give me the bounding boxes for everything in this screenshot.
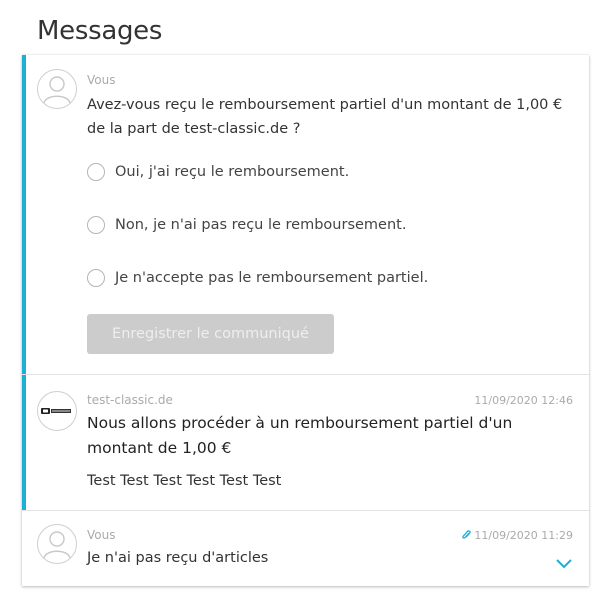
paperclip-icon: [461, 529, 472, 544]
message-preview: Je n'ai pas reçu d'articles: [87, 550, 269, 566]
option-refuse-partial[interactable]: Je n'accepte pas le remboursement partie…: [87, 267, 428, 289]
message-title: Nous allons procéder à un remboursement …: [87, 414, 513, 457]
message-sender: Vous: [87, 528, 116, 542]
message-merchant: test-classic.de 11/09/2020 12:46 Nous al…: [22, 375, 589, 511]
message-sender: test-classic.de: [87, 393, 173, 407]
merchant-logo-icon: [37, 391, 77, 431]
radio-button[interactable]: [87, 216, 105, 234]
option-received[interactable]: Oui, j'ai reçu le remboursement.: [87, 161, 349, 183]
radio-button[interactable]: [87, 163, 105, 181]
question-text: Avez-vous reçu le remboursement partiel …: [87, 97, 563, 137]
option-label: Non, je n'ai pas reçu le remboursement.: [115, 217, 407, 233]
message-sender: Vous: [87, 73, 116, 87]
user-avatar-icon: [37, 524, 77, 564]
message-collapsed[interactable]: Vous 11/09/2020 11:29 Je n'ai pas reçu d…: [22, 511, 589, 586]
message-body: Test Test Test Test Test Test: [87, 473, 282, 489]
message-timestamp: 11/09/2020 11:29: [474, 529, 573, 542]
user-avatar-icon: [37, 69, 77, 109]
option-label: Je n'accepte pas le remboursement partie…: [115, 270, 429, 286]
radio-button[interactable]: [87, 269, 105, 287]
messages-card: Vous Avez-vous reçu le remboursement par…: [22, 55, 589, 586]
option-label: Oui, j'ai reçu le remboursement.: [115, 164, 350, 180]
page-title: Messages: [37, 16, 163, 46]
message-question: Vous Avez-vous reçu le remboursement par…: [22, 55, 589, 375]
save-message-button[interactable]: Enregistrer le communiqué: [87, 314, 334, 354]
message-timestamp-row: 11/09/2020 11:29: [461, 529, 573, 544]
option-not-received[interactable]: Non, je n'ai pas reçu le remboursement.: [87, 214, 406, 236]
message-timestamp: 11/09/2020 12:46: [474, 394, 573, 407]
chevron-down-icon[interactable]: [555, 555, 573, 569]
